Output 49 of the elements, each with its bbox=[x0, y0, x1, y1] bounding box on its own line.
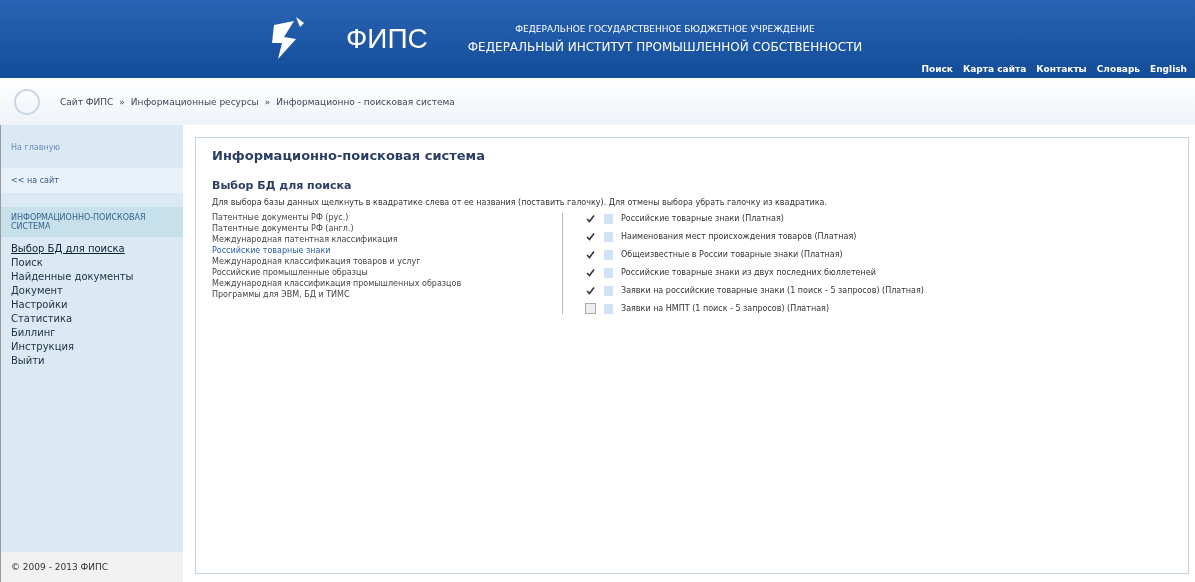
section-title: Выбор БД для поиска bbox=[212, 179, 353, 192]
sidebar-item[interactable]: Найденные документы bbox=[11, 271, 173, 282]
page-title: Информационно-поисковая система bbox=[212, 148, 486, 163]
header-subtitle: ФЕДЕРАЛЬНОЕ ГОСУДАРСТВЕННОЕ БЮДЖЕТНОЕ УЧРЕЖДЕНИЕ bbox=[515, 24, 815, 34]
checkbox[interactable] bbox=[585, 213, 596, 224]
nav-link[interactable]: Карта сайта bbox=[962, 64, 1027, 74]
section-heading: ИНФОРМАЦИОННО-ПОИСКОВАЯ СИСТЕМА bbox=[1, 207, 183, 237]
category-link[interactable]: Программы для ЭВМ, БД и ТИМС bbox=[212, 290, 562, 299]
breadcrumb-separator: » bbox=[264, 96, 271, 107]
nav-link[interactable]: Поиск bbox=[921, 64, 953, 74]
copyright: © 2009 - 2013 ФИПС bbox=[1, 552, 183, 582]
breadcrumb-link[interactable]: Сайт ФИПС bbox=[60, 96, 114, 107]
sidebar-item[interactable]: Выбор БД для поиска bbox=[11, 243, 173, 254]
database-label: Российские товарные знаки из двух последних бюллетеней bbox=[621, 268, 876, 277]
sidebar-item[interactable]: Биллинг bbox=[11, 327, 173, 338]
database-label: Общеизвестные в России товарные знаки (Платная) bbox=[621, 250, 843, 259]
sidebar-item[interactable]: Документ bbox=[11, 285, 173, 296]
breadcrumb-separator: » bbox=[119, 96, 125, 107]
logo-text: ФИПС bbox=[346, 23, 428, 55]
checkbox[interactable] bbox=[585, 267, 596, 278]
category-link[interactable]: Патентные документы РФ (англ.) bbox=[212, 224, 562, 233]
checkbox[interactable] bbox=[585, 249, 596, 260]
category-link[interactable]: Международная классификация товаров и услуг bbox=[212, 257, 562, 266]
sidebar-item[interactable]: Инструкция bbox=[11, 341, 173, 352]
breadcrumb-link[interactable]: Информационные ресурсы bbox=[130, 96, 259, 107]
instruction-text: Для выбора базы данных щелкнуть в квадратике слева от ее названия (поставить галочку). Для отмены выбора убрать галочку из квадратика. bbox=[212, 198, 829, 207]
category-link[interactable]: Российские промышленные образцы bbox=[212, 268, 562, 277]
database-label: Заявки на российские товарные знаки (1 поиск - 5 запросов) (Платная) bbox=[621, 286, 924, 295]
sidebar-item[interactable]: Статистика bbox=[11, 313, 173, 324]
breadcrumb-link[interactable]: Информационно - поисковая система bbox=[276, 96, 455, 107]
nav-link[interactable]: Словарь bbox=[1096, 64, 1141, 74]
sidebar-item[interactable]: Поиск bbox=[11, 257, 173, 268]
sidebar-item[interactable]: Настройки bbox=[11, 299, 173, 310]
sidebar-item[interactable]: Выйти bbox=[11, 355, 173, 366]
checkbox[interactable] bbox=[585, 303, 596, 314]
category-link[interactable]: Международная патентная классификация bbox=[212, 235, 562, 244]
checkbox[interactable] bbox=[585, 285, 596, 296]
category-link[interactable]: Международная классификация промышленных образцов bbox=[212, 279, 562, 288]
database-label: Наименования мест происхождения товаров (Платная) bbox=[621, 232, 857, 241]
database-label: Заявки на НМПТ (1 поиск - 5 запросов) (Платная) bbox=[621, 304, 829, 313]
back-link[interactable]: << на сайт bbox=[1, 168, 183, 193]
category-link[interactable]: Патентные документы РФ (рус.) bbox=[212, 213, 562, 222]
nav-link[interactable]: English bbox=[1150, 64, 1187, 74]
category-link[interactable]: Российские товарные знаки bbox=[212, 246, 562, 255]
checkbox[interactable] bbox=[585, 231, 596, 242]
database-label: Российские товарные знаки (Платная) bbox=[621, 214, 784, 223]
nav-link[interactable]: Контакты bbox=[1036, 64, 1087, 74]
home-icon bbox=[12, 86, 42, 117]
header-title: ФЕДЕРАЛЬНЫЙ ИНСТИТУТ ПРОМЫШЛЕННОЙ СОБСТВЕННОСТИ bbox=[467, 40, 863, 54]
